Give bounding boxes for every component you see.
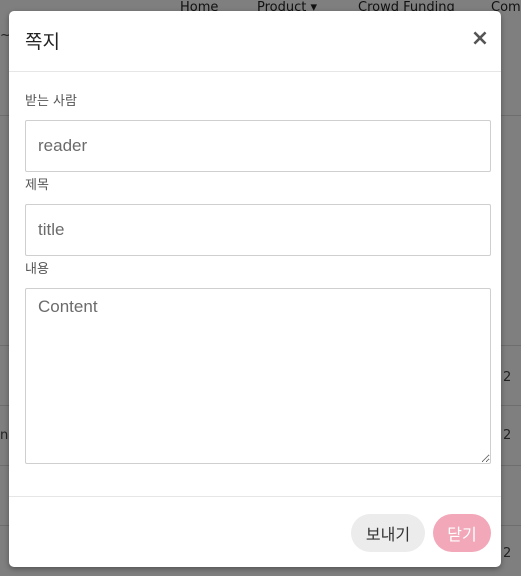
content-label: 내용 [25, 262, 49, 277]
background-glyph: n [0, 428, 9, 443]
background-row-number: 2 [503, 428, 512, 443]
close-icon[interactable]: × [469, 28, 491, 50]
close-button[interactable]: 닫기 [433, 514, 491, 552]
background-row-number: 2 [503, 546, 512, 561]
message-modal: 쪽지 × 받는 사람 제목 내용 보내기 닫기 [9, 11, 501, 567]
recipient-input[interactable] [25, 120, 491, 172]
modal-header: 쪽지 × [9, 11, 501, 72]
background-row-number: 2 [503, 370, 512, 385]
recipient-label: 받는 사람 [25, 94, 77, 109]
subject-label: 제목 [25, 178, 49, 193]
send-button[interactable]: 보내기 [351, 514, 425, 552]
modal-title: 쪽지 [25, 31, 60, 53]
subject-input[interactable] [25, 204, 491, 256]
content-textarea[interactable] [25, 288, 491, 464]
modal-footer: 보내기 닫기 [9, 496, 501, 568]
